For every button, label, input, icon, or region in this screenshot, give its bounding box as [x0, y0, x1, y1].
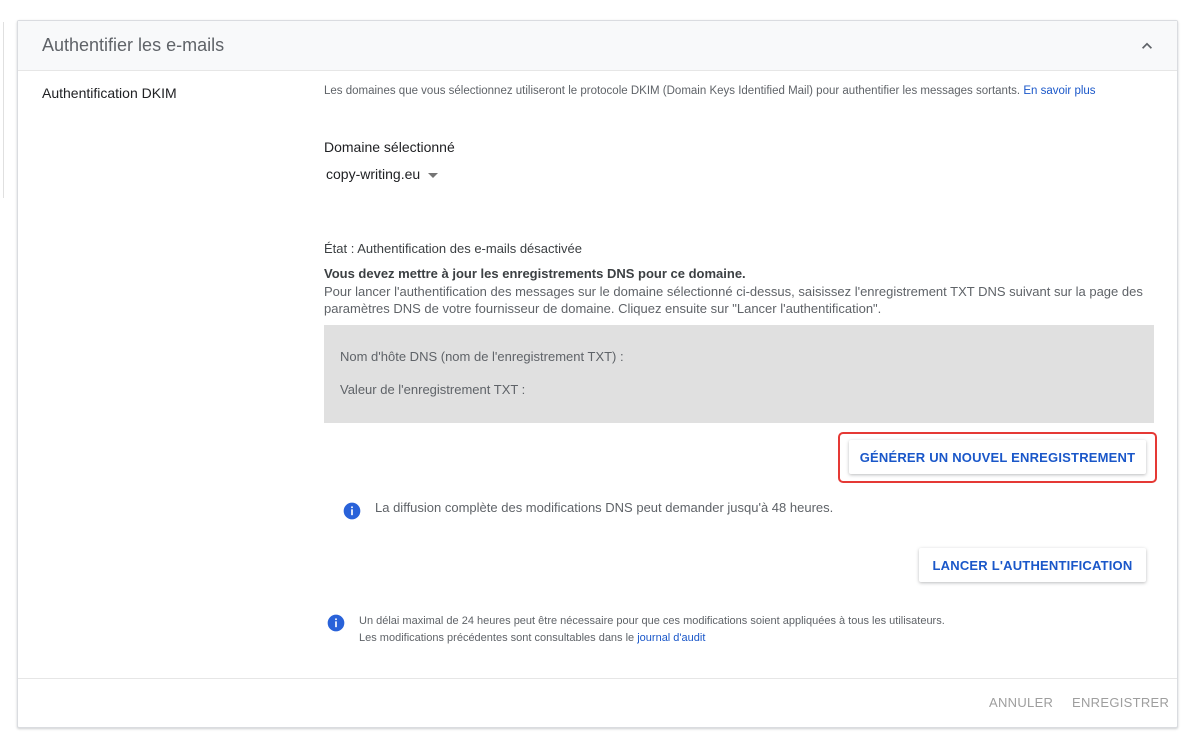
dns-record-box: Nom d'hôte DNS (nom de l'enregistrement …	[324, 325, 1154, 423]
description-text: Les domaines que vous sélectionnez utili…	[324, 85, 1021, 97]
notice-body: Pour lancer l'authentification des messa…	[324, 284, 1143, 316]
generate-record-button[interactable]: GÉNÉRER UN NOUVEL ENREGISTREMENT	[849, 440, 1146, 474]
card-header[interactable]: Authentifier les e-mails	[18, 21, 1177, 71]
dkim-description: Les domaines que vous sélectionnez utili…	[324, 85, 1096, 97]
cancel-button[interactable]: ANNULER	[989, 695, 1053, 710]
card-title: Authentifier les e-mails	[42, 35, 225, 55]
propagation-info: La diffusion complète des modifications …	[375, 500, 834, 515]
info-icon	[343, 502, 361, 520]
left-panel-edge	[0, 22, 4, 198]
learn-more-link[interactable]: En savoir plus	[1023, 85, 1095, 97]
section-label: Authentification DKIM	[42, 85, 177, 101]
domain-select[interactable]: copy-writing.eu	[326, 164, 439, 184]
info-icon	[327, 614, 345, 632]
save-button[interactable]: ENREGISTRER	[1072, 695, 1169, 710]
note-line-2-text: Les modifications précédentes sont consu…	[359, 632, 635, 644]
launch-authentication-button[interactable]: LANCER L'AUTHENTIFICATION	[919, 548, 1146, 582]
note-line-1: Un délai maximal de 24 heures peut être …	[359, 615, 945, 627]
txt-value-label: Valeur de l'enregistrement TXT :	[340, 382, 526, 397]
dns-host-label: Nom d'hôte DNS (nom de l'enregistrement …	[340, 349, 624, 364]
domain-label: Domaine sélectionné	[324, 139, 455, 155]
audit-log-link[interactable]: journal d'audit	[637, 632, 705, 644]
notice-title: Vous devez mettre à jour les enregistrem…	[324, 266, 746, 281]
caret-down-icon	[428, 172, 439, 178]
note-line-2: Les modifications précédentes sont consu…	[359, 630, 945, 647]
domain-select-value: copy-writing.eu	[326, 166, 421, 182]
propagation-note: Un délai maximal de 24 heures peut être …	[359, 613, 945, 647]
chevron-up-icon[interactable]	[1137, 36, 1157, 56]
email-authentication-card: Authentifier les e-mails Authentificatio…	[17, 20, 1178, 728]
status-text: État : Authentification des e-mails désa…	[324, 241, 582, 256]
card-footer: ANNULER ENREGISTRER	[18, 678, 1177, 728]
